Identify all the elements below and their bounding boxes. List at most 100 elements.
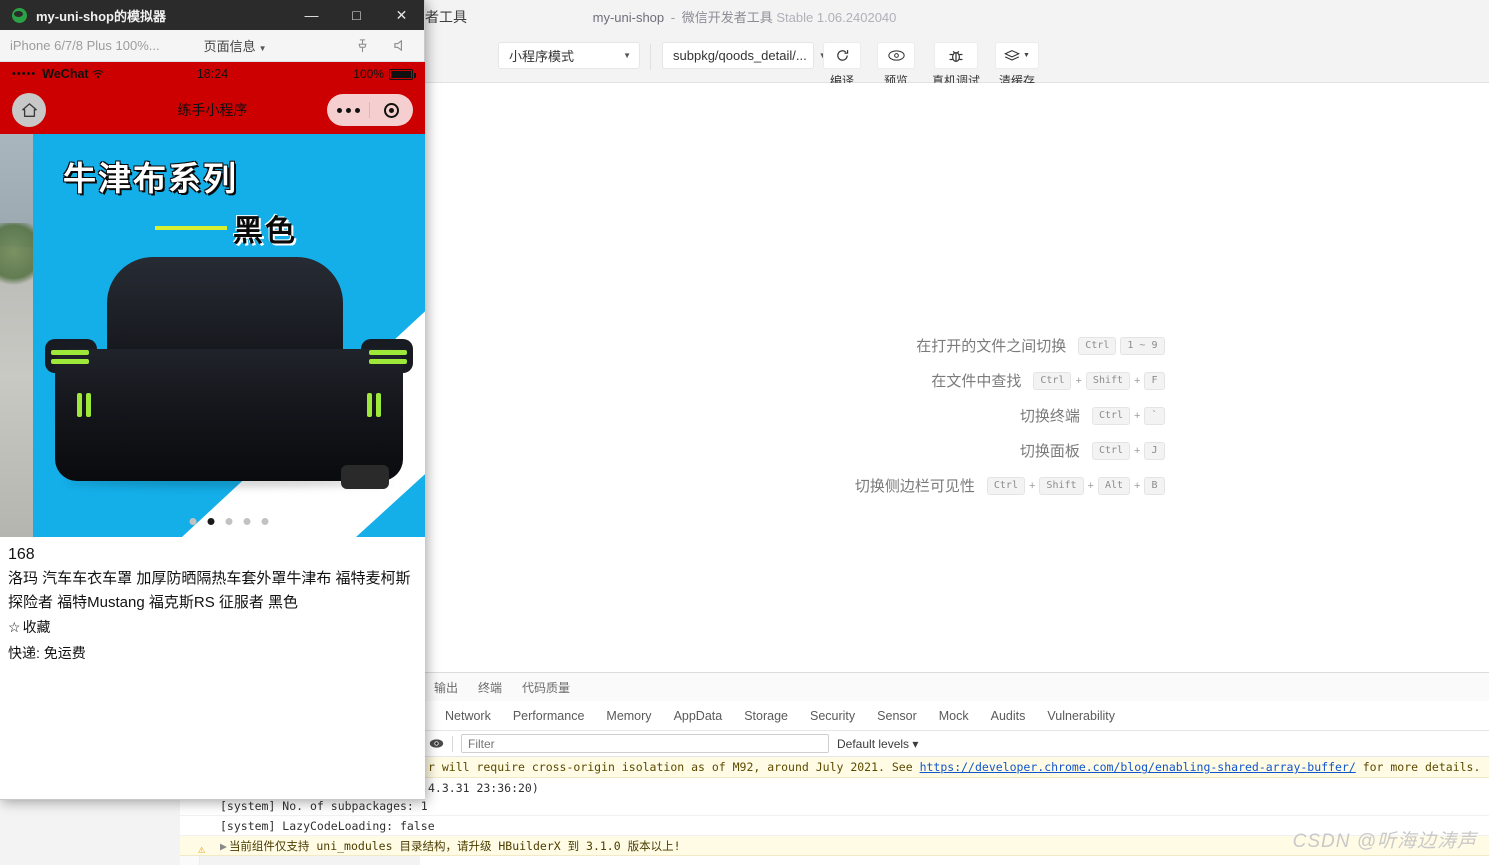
page-select[interactable]: subpkg/qoods_detail/... ▼	[662, 42, 827, 69]
preview-button[interactable]: 预览	[872, 42, 920, 89]
devtools-top-tab-terminal[interactable]: 终端	[468, 679, 512, 696]
ide-title-project: my-uni-shop	[592, 10, 665, 25]
devtools-filterbar: Default levels ▾	[420, 731, 1489, 757]
kbd-key: F	[1144, 371, 1165, 390]
mode-select[interactable]: 小程序模式 ▼	[498, 42, 640, 69]
swiper-dot[interactable]	[189, 518, 197, 525]
product-name: 洛玛 汽车车衣车罩 加厚防晒隔热车套外罩牛津布 福特麦柯斯 探险者 福特Must…	[8, 570, 411, 611]
shortcut-label: 切换面板	[1019, 443, 1080, 460]
swiper-dot[interactable]	[243, 518, 251, 525]
kbd-key: Alt	[1097, 476, 1131, 495]
swiper-dot[interactable]	[261, 518, 269, 525]
simulator-title: my-uni-shop的模拟器	[36, 8, 166, 24]
shortcut-row: 切换终端 Ctrl + `	[745, 405, 1165, 426]
shortcut-label: 在文件中查找	[931, 373, 1022, 390]
shortcut-keys: Ctrl + `	[1091, 406, 1165, 425]
log-levels-select[interactable]: Default levels ▾	[837, 737, 918, 751]
shortcut-row: 在打开的文件之间切换 Ctrl 1 ~ 9	[745, 335, 1165, 356]
window-controls: — □ ✕	[289, 0, 424, 30]
devtools-output-tabs: 输出 终端 代码质量	[420, 673, 1489, 701]
close-button[interactable]: ✕	[379, 0, 424, 30]
refresh-icon	[823, 42, 861, 69]
shipping-info: 快递: 免运费	[8, 645, 86, 661]
devtools-tab-appdata[interactable]: AppData	[663, 709, 734, 723]
target-icon[interactable]	[370, 102, 413, 118]
kbd-key: Shift	[1085, 371, 1131, 390]
devtools-top-tab-code-quality[interactable]: 代码质量	[512, 679, 580, 696]
compile-button[interactable]: 编译	[818, 42, 866, 89]
devtools-tab-network[interactable]: Network	[434, 709, 502, 723]
bug-icon	[934, 42, 978, 69]
kbd-sep: +	[1134, 479, 1141, 492]
kbd-key: Ctrl	[1091, 441, 1131, 460]
kbd-sep: +	[1028, 479, 1036, 492]
kbd-key: B	[1144, 476, 1165, 495]
real-device-debug-button[interactable]: 真机调试	[926, 42, 986, 89]
layers-icon: ▼	[995, 42, 1039, 69]
devtools-tab-memory[interactable]: Memory	[595, 709, 662, 723]
clear-cache-button[interactable]: ▼ 清缓存	[992, 42, 1042, 89]
page-info-label: 页面信息	[203, 39, 256, 54]
kbd-sep: +	[1087, 479, 1094, 492]
eye-icon[interactable]	[428, 736, 444, 752]
simulator-titlebar[interactable]: my-uni-shop的模拟器 — □ ✕	[0, 0, 424, 30]
filterbar-divider	[452, 735, 453, 752]
shortcut-row: 切换面板 Ctrl + J	[745, 440, 1165, 461]
favorite-label: 收藏	[22, 619, 51, 635]
kbd-key: J	[1144, 441, 1165, 460]
carrier-label: WeChat	[42, 67, 89, 81]
pin-icon[interactable]	[354, 38, 370, 54]
shortcut-row: 在文件中查找 Ctrl + Shift + F	[745, 370, 1165, 391]
swiper-dot[interactable]	[225, 518, 233, 525]
simulator-window: my-uni-shop的模拟器 — □ ✕ iPhone 6/7/8 Plus …	[0, 0, 425, 800]
devtools-tab-sensor[interactable]: Sensor	[866, 709, 928, 723]
statusbar-time: 18:24	[196, 67, 229, 81]
device-select[interactable]: iPhone 6/7/8 Plus 100%...	[10, 38, 160, 53]
chevron-down-icon: ▼	[1023, 52, 1030, 59]
home-icon[interactable]	[12, 93, 46, 127]
devtools-tab-audits[interactable]: Audits	[980, 709, 1037, 723]
wechat-icon	[12, 7, 27, 23]
shortcuts-list: 在打开的文件之间切换 Ctrl 1 ~ 9 在文件中查找 Ctrl + Shif…	[420, 335, 1489, 496]
devtools-tab-security[interactable]: Security	[799, 709, 866, 723]
product-image-swiper[interactable]: 牛津布系列 黑色	[0, 134, 425, 537]
shortcut-label: 在打开的文件之间切换	[916, 338, 1067, 355]
ide-title-version: Stable 1.06.2402040	[776, 10, 897, 25]
banner-underline	[155, 226, 227, 230]
ide-editor-welcome: 在打开的文件之间切换 Ctrl 1 ~ 9 在文件中查找 Ctrl + Shif…	[420, 83, 1489, 672]
battery-percent-label: 100%	[353, 67, 384, 81]
console-log-link[interactable]: https://developer.chrome.com/blog/enabli…	[920, 760, 1356, 774]
shortcut-label: 切换侧边栏可见性	[854, 478, 975, 495]
expand-arrow-icon[interactable]: ▶	[220, 839, 227, 853]
phone-viewport: ••••• WeChat 18:24 100% 练手小程序 牛津布系列 黑色 1…	[0, 62, 425, 799]
chevron-down-icon: ▼	[623, 51, 631, 60]
devtools-tab-storage[interactable]: Storage	[733, 709, 799, 723]
minimize-button[interactable]: —	[289, 0, 334, 30]
kbd-key: Ctrl	[1033, 371, 1072, 390]
kbd-sep: +	[1134, 409, 1141, 422]
devtools-tab-mock[interactable]: Mock	[928, 709, 980, 723]
shortcut-row: 切换侧边栏可见性 Ctrl + Shift + Alt + B	[745, 475, 1165, 496]
volume-icon[interactable]	[392, 38, 408, 54]
shortcut-keys: Ctrl + J	[1091, 441, 1165, 460]
more-dots-icon[interactable]	[327, 107, 369, 113]
simulator-subbar-icons	[354, 38, 414, 54]
page-info-button[interactable]: 页面信息 ▼	[204, 36, 267, 55]
console-log-text-after: for more details.	[1355, 760, 1481, 774]
devtools-tab-vulnerability[interactable]: Vulnerability	[1036, 709, 1126, 723]
car-cover-illustration	[45, 235, 413, 489]
wechat-capsule[interactable]	[327, 94, 413, 126]
swiper-dot-active[interactable]	[207, 518, 215, 525]
devtools-tab-performance[interactable]: Performance	[502, 709, 596, 723]
favorite-button[interactable]: ☆ 收藏	[8, 615, 417, 639]
console-filter-input[interactable]	[461, 734, 829, 753]
kbd-sep: +	[1134, 374, 1141, 387]
maximize-button[interactable]: □	[334, 0, 379, 30]
star-icon: ☆	[8, 619, 21, 635]
phone-navbar: 练手小程序	[0, 86, 425, 134]
kbd-key: Shift	[1039, 476, 1084, 495]
simulator-subbar: iPhone 6/7/8 Plus 100%... 页面信息 ▼	[0, 30, 424, 62]
wifi-icon	[92, 67, 104, 81]
swiper-dots[interactable]	[189, 518, 269, 525]
devtools-top-tab-output[interactable]: 输出	[424, 679, 468, 696]
